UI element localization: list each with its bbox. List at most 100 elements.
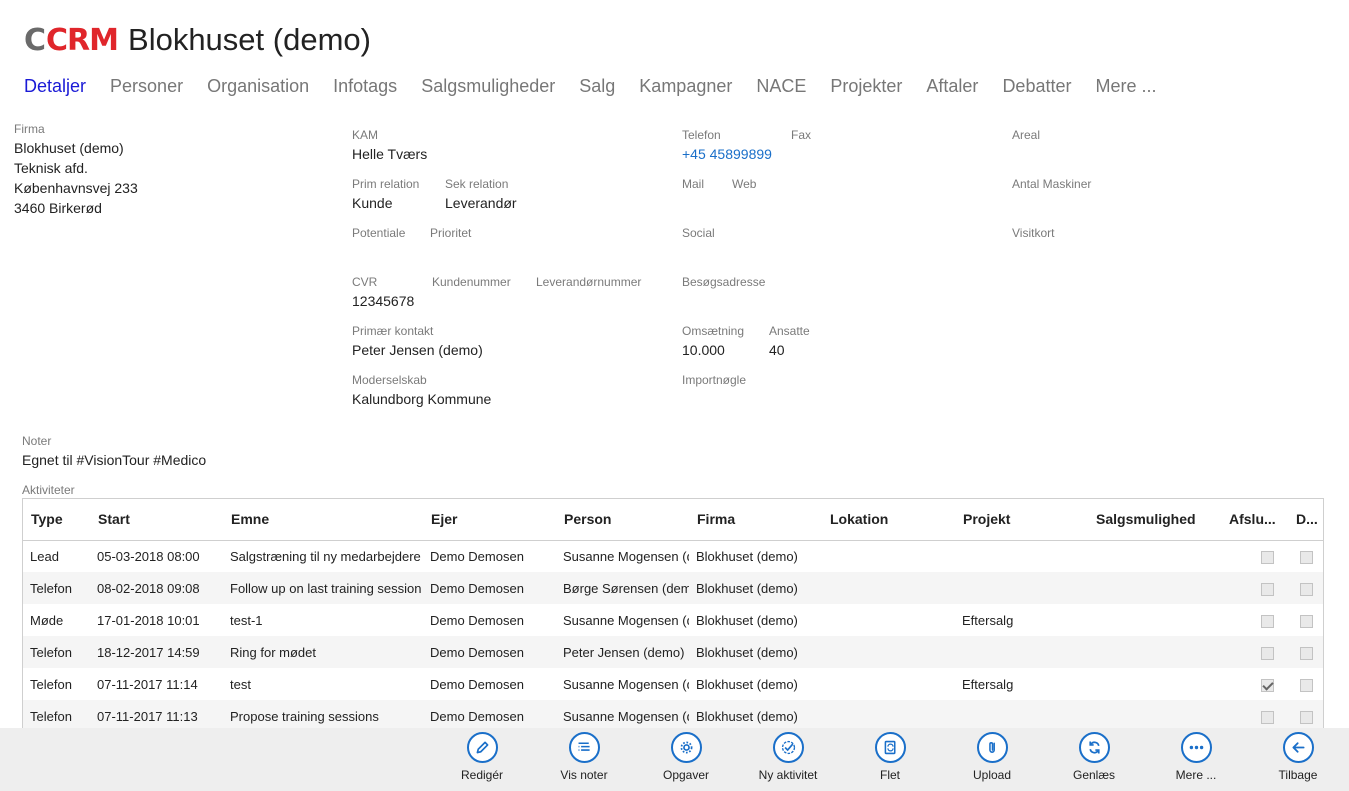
flet-button[interactable]: Flet (845, 732, 935, 782)
afsluttet-checkbox[interactable] (1260, 646, 1274, 660)
cell-projekt: Eftersalg (962, 676, 1014, 692)
tab-9[interactable]: Aftaler (926, 76, 978, 97)
cell-start: 07-11-2017 11:14 (97, 676, 198, 692)
cell-emne: Salgstræning til ny medarbejdere (230, 548, 421, 564)
cell-salgsmulighed (1088, 700, 1221, 728)
cell-d (1288, 540, 1323, 572)
flet-label: Flet (879, 768, 900, 782)
firma-line: Teknisk afd. (14, 160, 88, 176)
tab-6[interactable]: Kampagner (639, 76, 732, 97)
table-row[interactable]: Telefon 07-11-2017 11:13 Propose training … (23, 700, 1323, 728)
afsluttet-checkbox[interactable] (1260, 678, 1274, 692)
noter-value: Egnet til #VisionTour #Medico (22, 452, 207, 468)
leverandornummer-label: Leverandørnummer (536, 275, 642, 289)
table-row[interactable]: Telefon 07-11-2017 11:14 test Demo Demosen S… (23, 668, 1323, 700)
cell-person: Susanne Mogensen (demo) (556, 700, 689, 728)
table-row[interactable]: Møde 17-01-2018 10:01 test-1 Demo Demosen Su… (23, 604, 1323, 636)
tab-7[interactable]: NACE (756, 76, 806, 97)
firma-label: Firma (14, 122, 45, 136)
tab-11[interactable]: Mere ... (1095, 76, 1156, 97)
opgaver-button[interactable]: Opgaver (641, 732, 731, 782)
genlaes-label: Genlæs (1072, 768, 1116, 782)
tab-3[interactable]: Infotags (333, 76, 397, 97)
merge-document-icon (874, 732, 906, 763)
d-checkbox[interactable] (1300, 550, 1313, 564)
afsluttet-checkbox[interactable] (1260, 582, 1274, 596)
tab-0[interactable]: Detaljer (24, 76, 86, 97)
mere-button[interactable]: Mere ... (1151, 732, 1241, 782)
kam-label: KAM (352, 128, 379, 142)
importnogle-label: Importnøgle (682, 373, 747, 387)
rediger-button[interactable]: Redigér (437, 732, 527, 782)
cell-start: 07-11-2017 11:13 (90, 700, 223, 728)
column-header[interactable]: Firma (689, 499, 822, 541)
cell-salgsmulighed (1088, 604, 1221, 636)
column-header[interactable]: Lokation (822, 499, 955, 541)
column-header[interactable]: Emne (223, 499, 423, 541)
upload-button[interactable]: Upload (947, 732, 1037, 782)
cell-salgsmulighed (1088, 636, 1221, 668)
web-label: Web (732, 177, 757, 191)
d-checkbox[interactable] (1300, 582, 1313, 596)
cell-lokation (822, 540, 955, 572)
tab-4[interactable]: Salgsmuligheder (421, 76, 555, 97)
d-checkbox[interactable] (1300, 614, 1313, 628)
cell-person: Susanne Mogensen (demo) (563, 612, 689, 628)
cell-projekt (955, 636, 1088, 668)
cell-d (1288, 668, 1323, 700)
cell-lokation (822, 636, 955, 668)
table-row[interactable]: Telefon 18-12-2017 14:59 Ring for mødet Dem… (23, 636, 1323, 668)
table-row[interactable]: Telefon 08-02-2018 09:08 Follow up on last… (23, 572, 1323, 604)
cvr-value: 12345678 (352, 293, 415, 309)
firma-line: 3460 Birkerød (14, 200, 102, 216)
cell-salgsmulighed (1088, 540, 1221, 572)
table-row[interactable]: Lead 05-03-2018 08:00 Salgstræning til ny … (23, 540, 1323, 572)
bottom-toolbar: Redigér Vis noter Opgaver Ny aktivitet Flet U… (0, 728, 1349, 791)
cell-firma: Blokhuset (demo) (696, 612, 798, 628)
tab-5[interactable]: Salg (579, 76, 615, 97)
cell-emne: Follow up on last training session (223, 572, 423, 604)
column-header[interactable]: Start (90, 499, 223, 541)
cell-person: Susanne Mogensen (demo) (563, 676, 689, 692)
cell-firma: Blokhuset (demo) (689, 572, 822, 604)
visitkort-label: Visitkort (1012, 226, 1055, 240)
noter-label: Noter (22, 434, 52, 448)
tilbage-button[interactable]: Tilbage (1253, 732, 1343, 782)
column-header[interactable]: D... (1288, 499, 1323, 541)
afsluttet-checkbox[interactable] (1260, 614, 1274, 628)
tab-10[interactable]: Debatter (1002, 76, 1071, 97)
cvr-label: CVR (352, 275, 378, 289)
antal-maskiner-label: Antal Maskiner (1012, 177, 1092, 191)
column-header[interactable]: Projekt (955, 499, 1088, 541)
mere-label: Mere ... (1175, 768, 1217, 782)
genlaes-button[interactable]: Genlæs (1049, 732, 1139, 782)
column-header[interactable]: Person (556, 499, 689, 541)
column-header[interactable]: Afslu... (1221, 499, 1288, 541)
fax-label: Fax (791, 128, 812, 142)
activities-table-container[interactable]: Type Start Emne Ejer Person Firma Lokation Proj… (22, 498, 1324, 728)
cell-emne: test-1 (230, 612, 263, 628)
cell-type: Møde (30, 612, 64, 628)
ny-aktivitet-button[interactable]: Ny aktivitet (743, 732, 833, 782)
column-header[interactable]: Type (23, 499, 90, 541)
d-checkbox[interactable] (1300, 646, 1313, 660)
afsluttet-checkbox[interactable] (1260, 550, 1274, 564)
telefon-link[interactable]: +45 45899899 (682, 146, 772, 162)
vis-noter-button[interactable]: Vis noter (539, 732, 629, 782)
cell-lokation (822, 604, 955, 636)
tab-1[interactable]: Personer (110, 76, 183, 97)
cell-projekt (955, 540, 1088, 572)
d-checkbox[interactable] (1300, 710, 1313, 724)
column-header[interactable]: Salgsmulighed (1088, 499, 1221, 541)
cell-type: Telefon (23, 700, 90, 728)
crm-logo: C CRM (24, 22, 119, 58)
tab-2[interactable]: Organisation (207, 76, 309, 97)
tab-8[interactable]: Projekter (830, 76, 902, 97)
cell-afsluttet (1221, 540, 1288, 572)
d-checkbox[interactable] (1300, 678, 1313, 692)
cell-d (1288, 636, 1323, 668)
paperclip-icon (976, 732, 1008, 763)
afsluttet-checkbox[interactable] (1260, 710, 1274, 724)
column-header[interactable]: Ejer (423, 499, 556, 541)
cell-projekt: Eftersalg (962, 612, 1014, 628)
